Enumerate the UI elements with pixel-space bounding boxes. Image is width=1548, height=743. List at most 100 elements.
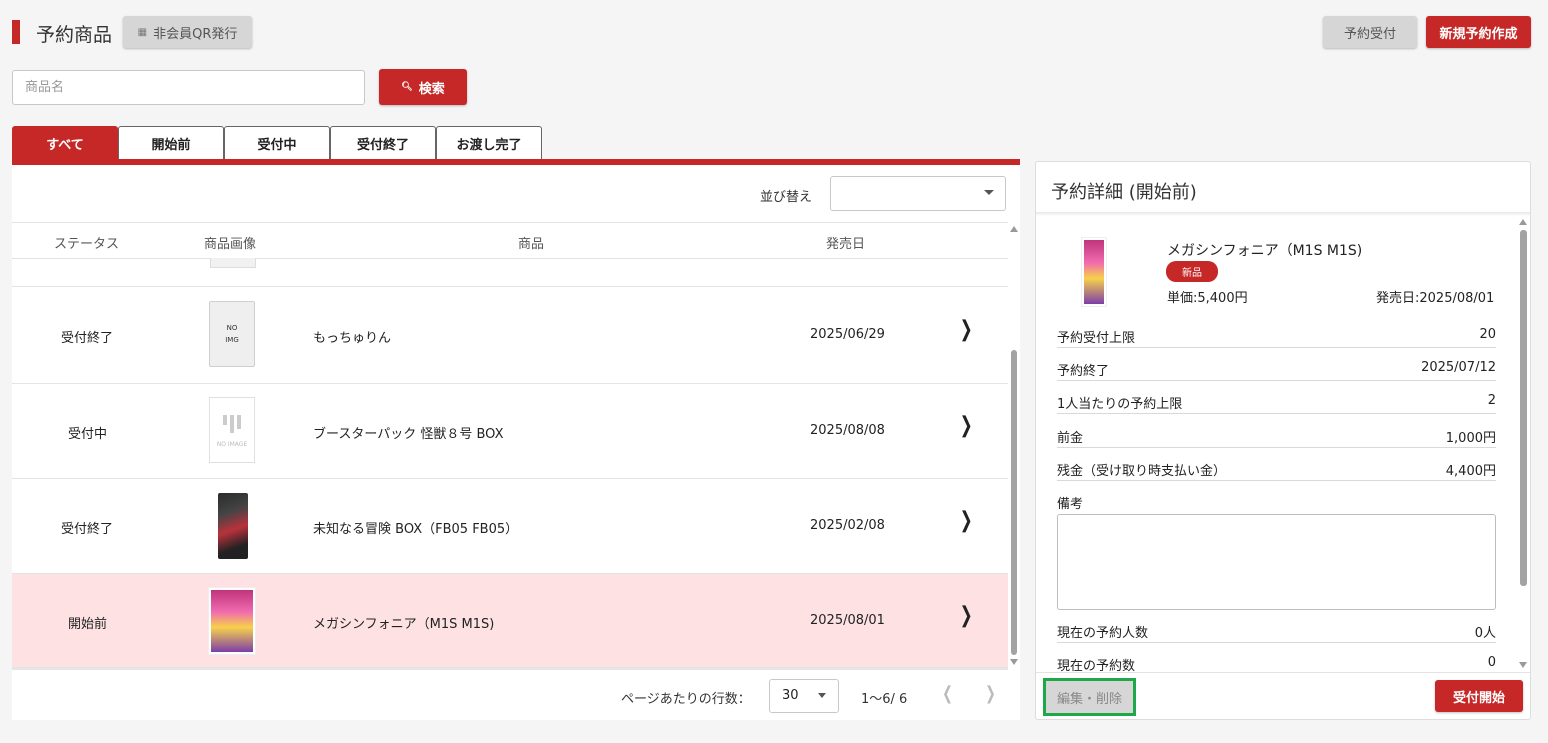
field-label-reservation-end: 予約終了 (1057, 364, 1110, 379)
row-status: 開始前 (68, 617, 108, 632)
rows-per-page-select[interactable] (769, 679, 839, 713)
detail-scroll-down-arrow-icon[interactable] (1519, 662, 1527, 668)
detail-product-image (1082, 238, 1106, 306)
table-row-selected[interactable]: 開始前 メガシンフォニア（M1S M1S) 2025/08/01 ❯ (12, 574, 1008, 668)
table-row[interactable]: 受付終了 未知なる冒険 BOX（FB05 FB05） 2025/02/08 ❯ (12, 479, 1008, 574)
chevron-right-icon[interactable]: ❯ (960, 508, 973, 533)
field-value-current-count: 0 (1487, 655, 1496, 670)
tab-delivered[interactable]: お渡し完了 (436, 126, 542, 159)
product-name-search-input[interactable] (12, 70, 365, 105)
field-value-reservation-end: 2025/07/12 (1421, 360, 1496, 375)
no-image-placeholder: NO IMAGE (209, 397, 255, 463)
previous-page-icon[interactable]: ❮ (942, 683, 953, 704)
search-icon: 🔍︎ (401, 82, 413, 92)
qr-code-icon: ▦ (137, 26, 148, 38)
table-header-bottom-divider (12, 258, 1008, 259)
row-product-name: ブースターパック 怪獣８号 BOX (313, 427, 504, 442)
detail-header-divider (1036, 212, 1530, 216)
tab-all[interactable]: すべて (12, 126, 118, 159)
status-tabs: すべて 開始前 受付中 受付終了 お渡し完了 (12, 126, 542, 159)
field-divider (1057, 642, 1496, 643)
next-page-icon[interactable]: ❯ (985, 683, 996, 704)
field-divider (1057, 413, 1496, 414)
field-divider (1057, 380, 1496, 381)
row-status: 受付終了 (61, 331, 114, 346)
column-header-product: 商品 (518, 237, 545, 252)
pagination-range: 1〜6/ 6 (861, 692, 908, 707)
chevron-right-icon[interactable]: ❯ (960, 603, 973, 628)
detail-scrollbar-thumb[interactable] (1520, 230, 1527, 586)
chevron-right-icon[interactable]: ❯ (960, 413, 973, 438)
rows-per-page-label: ページあたりの行数： (621, 692, 751, 707)
detail-title: 予約詳細 (開始前) (1051, 182, 1197, 203)
rows-per-page-caret-icon (818, 693, 826, 698)
field-value-current-people: 0人 (1474, 626, 1496, 641)
create-reservation-button[interactable]: 新規予約作成 (1426, 16, 1531, 48)
field-divider (1057, 347, 1496, 348)
member-qr-label: 非会員QR発行 (153, 26, 238, 42)
sort-select[interactable] (830, 176, 1006, 211)
tab-before-start[interactable]: 開始前 (118, 126, 224, 159)
no-image-text: NO IMAGE (216, 441, 248, 448)
product-box-image (218, 493, 248, 559)
column-header-release-date: 発売日 (826, 237, 866, 252)
field-value-reservation-limit: 20 (1479, 327, 1496, 342)
chevron-right-icon[interactable]: ❯ (960, 317, 973, 342)
condition-badge: 新品 (1166, 261, 1218, 282)
tab-closed[interactable]: 受付終了 (330, 126, 436, 159)
start-accepting-button[interactable]: 受付開始 (1435, 680, 1523, 712)
list-scrollbar-thumb[interactable] (1011, 350, 1017, 655)
detail-footer-divider (1036, 672, 1530, 673)
scroll-down-arrow-icon[interactable] (1010, 659, 1018, 665)
row-release-date: 2025/02/08 (810, 518, 885, 533)
row-product-name: もっちゅりん (313, 331, 392, 346)
sort-label: 並び替え (760, 190, 813, 205)
row-product-name: メガシンフォニア（M1S M1S) (313, 617, 495, 632)
rows-per-page-value: 30 (782, 688, 799, 703)
row-status: 受付終了 (61, 522, 114, 537)
table-footer-divider (12, 668, 1008, 670)
edit-delete-button[interactable]: 編集・削除 (1043, 678, 1136, 716)
search-button[interactable]: 🔍︎ 検索 (379, 69, 467, 105)
field-value-deposit: 1,000円 (1445, 431, 1496, 446)
table-row[interactable]: 受付終了 NO IMG もっちゅりん 2025/06/29 ❯ (12, 286, 1008, 384)
table-row[interactable]: 受付中 NO IMAGE ブースターパック 怪獣８号 BOX 2025/08/0… (12, 384, 1008, 479)
detail-scroll-up-arrow-icon[interactable] (1519, 219, 1527, 225)
no-img-text-bottom: IMG (225, 336, 239, 344)
field-label-balance: 残金（受け取り時支払い金） (1057, 464, 1227, 479)
field-value-balance: 4,400円 (1445, 464, 1496, 479)
no-img-placeholder: NO IMG (209, 301, 255, 367)
memo-label: 備考 (1057, 497, 1084, 512)
tab-accepting[interactable]: 受付中 (224, 126, 330, 159)
column-header-status: ステータス (54, 237, 120, 252)
field-divider (1057, 447, 1496, 448)
detail-unit-price: 単価:5,400円 (1167, 291, 1248, 306)
memo-textarea[interactable] (1057, 514, 1496, 610)
row-status: 受付中 (68, 427, 108, 442)
sort-dropdown-caret-icon (984, 190, 994, 195)
scroll-up-arrow-icon[interactable] (1010, 226, 1018, 232)
field-label-reservation-limit: 予約受付上限 (1057, 331, 1136, 346)
reservation-accept-button[interactable]: 予約受付 (1323, 16, 1417, 48)
title-accent-bar (12, 20, 20, 44)
field-label-current-people: 現在の予約人数 (1057, 626, 1149, 641)
member-qr-button[interactable]: ▦ 非会員QR発行 (123, 16, 252, 48)
detail-product-name: メガシンフォニア（M1S M1S) (1167, 243, 1363, 259)
column-header-image: 商品画像 (204, 237, 257, 252)
field-value-per-person-limit: 2 (1487, 393, 1496, 408)
row-release-date: 2025/08/01 (810, 613, 885, 628)
row-release-date: 2025/08/08 (810, 423, 885, 438)
search-button-label: 検索 (418, 81, 445, 97)
row-release-date: 2025/06/29 (810, 327, 885, 342)
partial-row-image (210, 258, 256, 268)
product-pack-image (209, 588, 255, 654)
no-img-text-top: NO (226, 324, 238, 332)
table-header-top-divider (12, 222, 1008, 223)
page-title: 予約商品 (36, 24, 113, 46)
detail-release-date: 発売日:2025/08/01 (1376, 291, 1495, 306)
no-image-bars-icon (223, 415, 241, 433)
field-label-per-person-limit: 1人当たりの予約上限 (1057, 397, 1183, 412)
field-divider (1057, 480, 1496, 481)
field-label-deposit: 前金 (1057, 431, 1084, 446)
row-product-name: 未知なる冒険 BOX（FB05 FB05） (313, 522, 519, 537)
